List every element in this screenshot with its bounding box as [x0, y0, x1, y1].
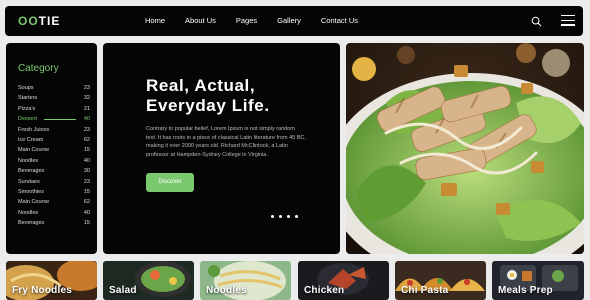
category-item-count: 40 — [83, 157, 90, 164]
category-item-count: 15 — [83, 147, 90, 154]
category-card-noodles[interactable]: Noodles — [200, 261, 291, 300]
category-card-salad[interactable]: Salad — [103, 261, 194, 300]
category-item[interactable]: Main Course 62 — [18, 197, 90, 207]
nav-link-gallery[interactable]: Gallery — [277, 16, 301, 25]
category-item[interactable]: Beverages 15 — [18, 218, 90, 228]
hero-title: Real, Actual, Everyday Life. — [146, 76, 326, 116]
category-item-count: 40 — [83, 116, 90, 123]
category-item-count: 23 — [83, 178, 90, 185]
hero-title-line-2: Everyday Life. — [146, 96, 270, 115]
category-item-count: 23 — [83, 126, 90, 133]
hero-description: Contrary to popular belief, Lorem Ipsum … — [146, 126, 306, 158]
discover-button[interactable]: Discover — [146, 173, 194, 192]
category-item-label: Smoothies — [18, 188, 44, 195]
category-item-count: 62 — [83, 136, 90, 143]
top-navbar: OO TIE Home About Us Pages Gallery Contac… — [5, 6, 583, 36]
search-icon[interactable] — [531, 16, 542, 27]
nav-link-contact-us[interactable]: Contact Us — [321, 16, 358, 25]
category-item-label: Main Course — [18, 147, 50, 154]
category-card-meals-prep[interactable]: Meals Prep — [492, 261, 584, 300]
category-item-label: Noodles — [18, 157, 39, 164]
slider-dot[interactable] — [295, 215, 298, 218]
category-item[interactable]: Pizza's 21 — [18, 104, 90, 114]
category-item[interactable]: Smoothies 15 — [18, 187, 90, 197]
category-item[interactable]: Sundaes 23 — [18, 177, 90, 187]
category-item-count: 40 — [83, 209, 90, 216]
category-item[interactable]: Soups 23 — [18, 83, 90, 93]
category-item[interactable]: Main Course 15 — [18, 145, 90, 155]
category-card-label: Fry Noodles — [12, 285, 72, 296]
nav-link-pages[interactable]: Pages — [236, 16, 257, 25]
category-item-label: Starters — [18, 95, 38, 102]
category-card-fry-noodles[interactable]: Fry Noodles — [6, 261, 97, 300]
hero-title-line-1: Real, Actual, — [146, 76, 256, 95]
category-item-label: Soups — [18, 85, 34, 91]
slider-dots — [271, 215, 298, 218]
category-item-label: Noodles — [18, 209, 39, 216]
category-item[interactable]: Starters 32 — [18, 93, 90, 103]
logo-text: TIE — [38, 14, 61, 28]
category-card-chicken[interactable]: Chicken — [298, 261, 389, 300]
category-item-count: 32 — [83, 95, 90, 102]
category-card-chi-pasta[interactable]: Chi Pasta — [395, 261, 486, 300]
category-item-label: Ice Cream — [18, 136, 44, 143]
brand-logo[interactable]: OO TIE — [18, 14, 60, 28]
category-item-label: Beverages — [18, 220, 45, 227]
nav-link-about-us[interactable]: About Us — [185, 16, 216, 25]
category-item-label: Sundaes — [18, 178, 40, 185]
category-card-label: Salad — [109, 285, 137, 296]
category-item-count: 15 — [83, 188, 90, 195]
nav-link-home[interactable]: Home — [145, 16, 165, 25]
category-item[interactable]: Noodles 40 — [18, 208, 90, 218]
category-item-label: Beverages — [18, 168, 45, 175]
category-list: Soups 23 Starters 32 Pizza's 21 Dessert 40 Fresh… — [18, 83, 90, 228]
category-item[interactable]: Ice Cream 62 — [18, 135, 90, 145]
category-item-count: 62 — [83, 199, 90, 206]
category-item[interactable]: Noodles 40 — [18, 156, 90, 166]
nav-links: Home About Us Pages Gallery Contact Us — [145, 16, 378, 25]
slider-dot[interactable] — [287, 215, 290, 218]
category-item[interactable]: Dessert 40 — [18, 114, 90, 124]
category-item[interactable]: Fresh Juices 23 — [18, 125, 90, 135]
category-strip: Fry Noodles Salad Noodles Chicken Chi Pa… — [0, 261, 590, 300]
hero-food-image — [346, 43, 584, 254]
category-item-label: Pizza's — [18, 105, 36, 112]
hero-panel: Real, Actual, Everyday Life. Contrary to… — [103, 43, 340, 254]
category-item-label: Dessert — [18, 116, 37, 123]
category-card-label: Noodles — [206, 285, 247, 296]
slider-dot[interactable] — [271, 215, 274, 218]
sidebar-title: Category — [18, 63, 59, 74]
hamburger-menu-icon[interactable] — [561, 15, 575, 27]
category-item[interactable]: Beverages 30 — [18, 166, 90, 176]
slider-dot[interactable] — [279, 215, 282, 218]
category-card-label: Chi Pasta — [401, 285, 449, 296]
category-item-count: 15 — [83, 220, 90, 227]
category-item-count: 21 — [83, 105, 90, 112]
category-sidebar: Category Soups 23 Starters 32 Pizza's 21 Desse… — [6, 43, 97, 254]
category-item-count: 23 — [83, 85, 90, 91]
category-item-label: Main Course — [18, 199, 50, 206]
logo-accent: OO — [18, 14, 39, 28]
category-item-label: Fresh Juices — [18, 126, 50, 133]
category-item-count: 30 — [83, 168, 90, 175]
category-card-label: Chicken — [304, 285, 345, 296]
category-card-label: Meals Prep — [498, 285, 553, 296]
